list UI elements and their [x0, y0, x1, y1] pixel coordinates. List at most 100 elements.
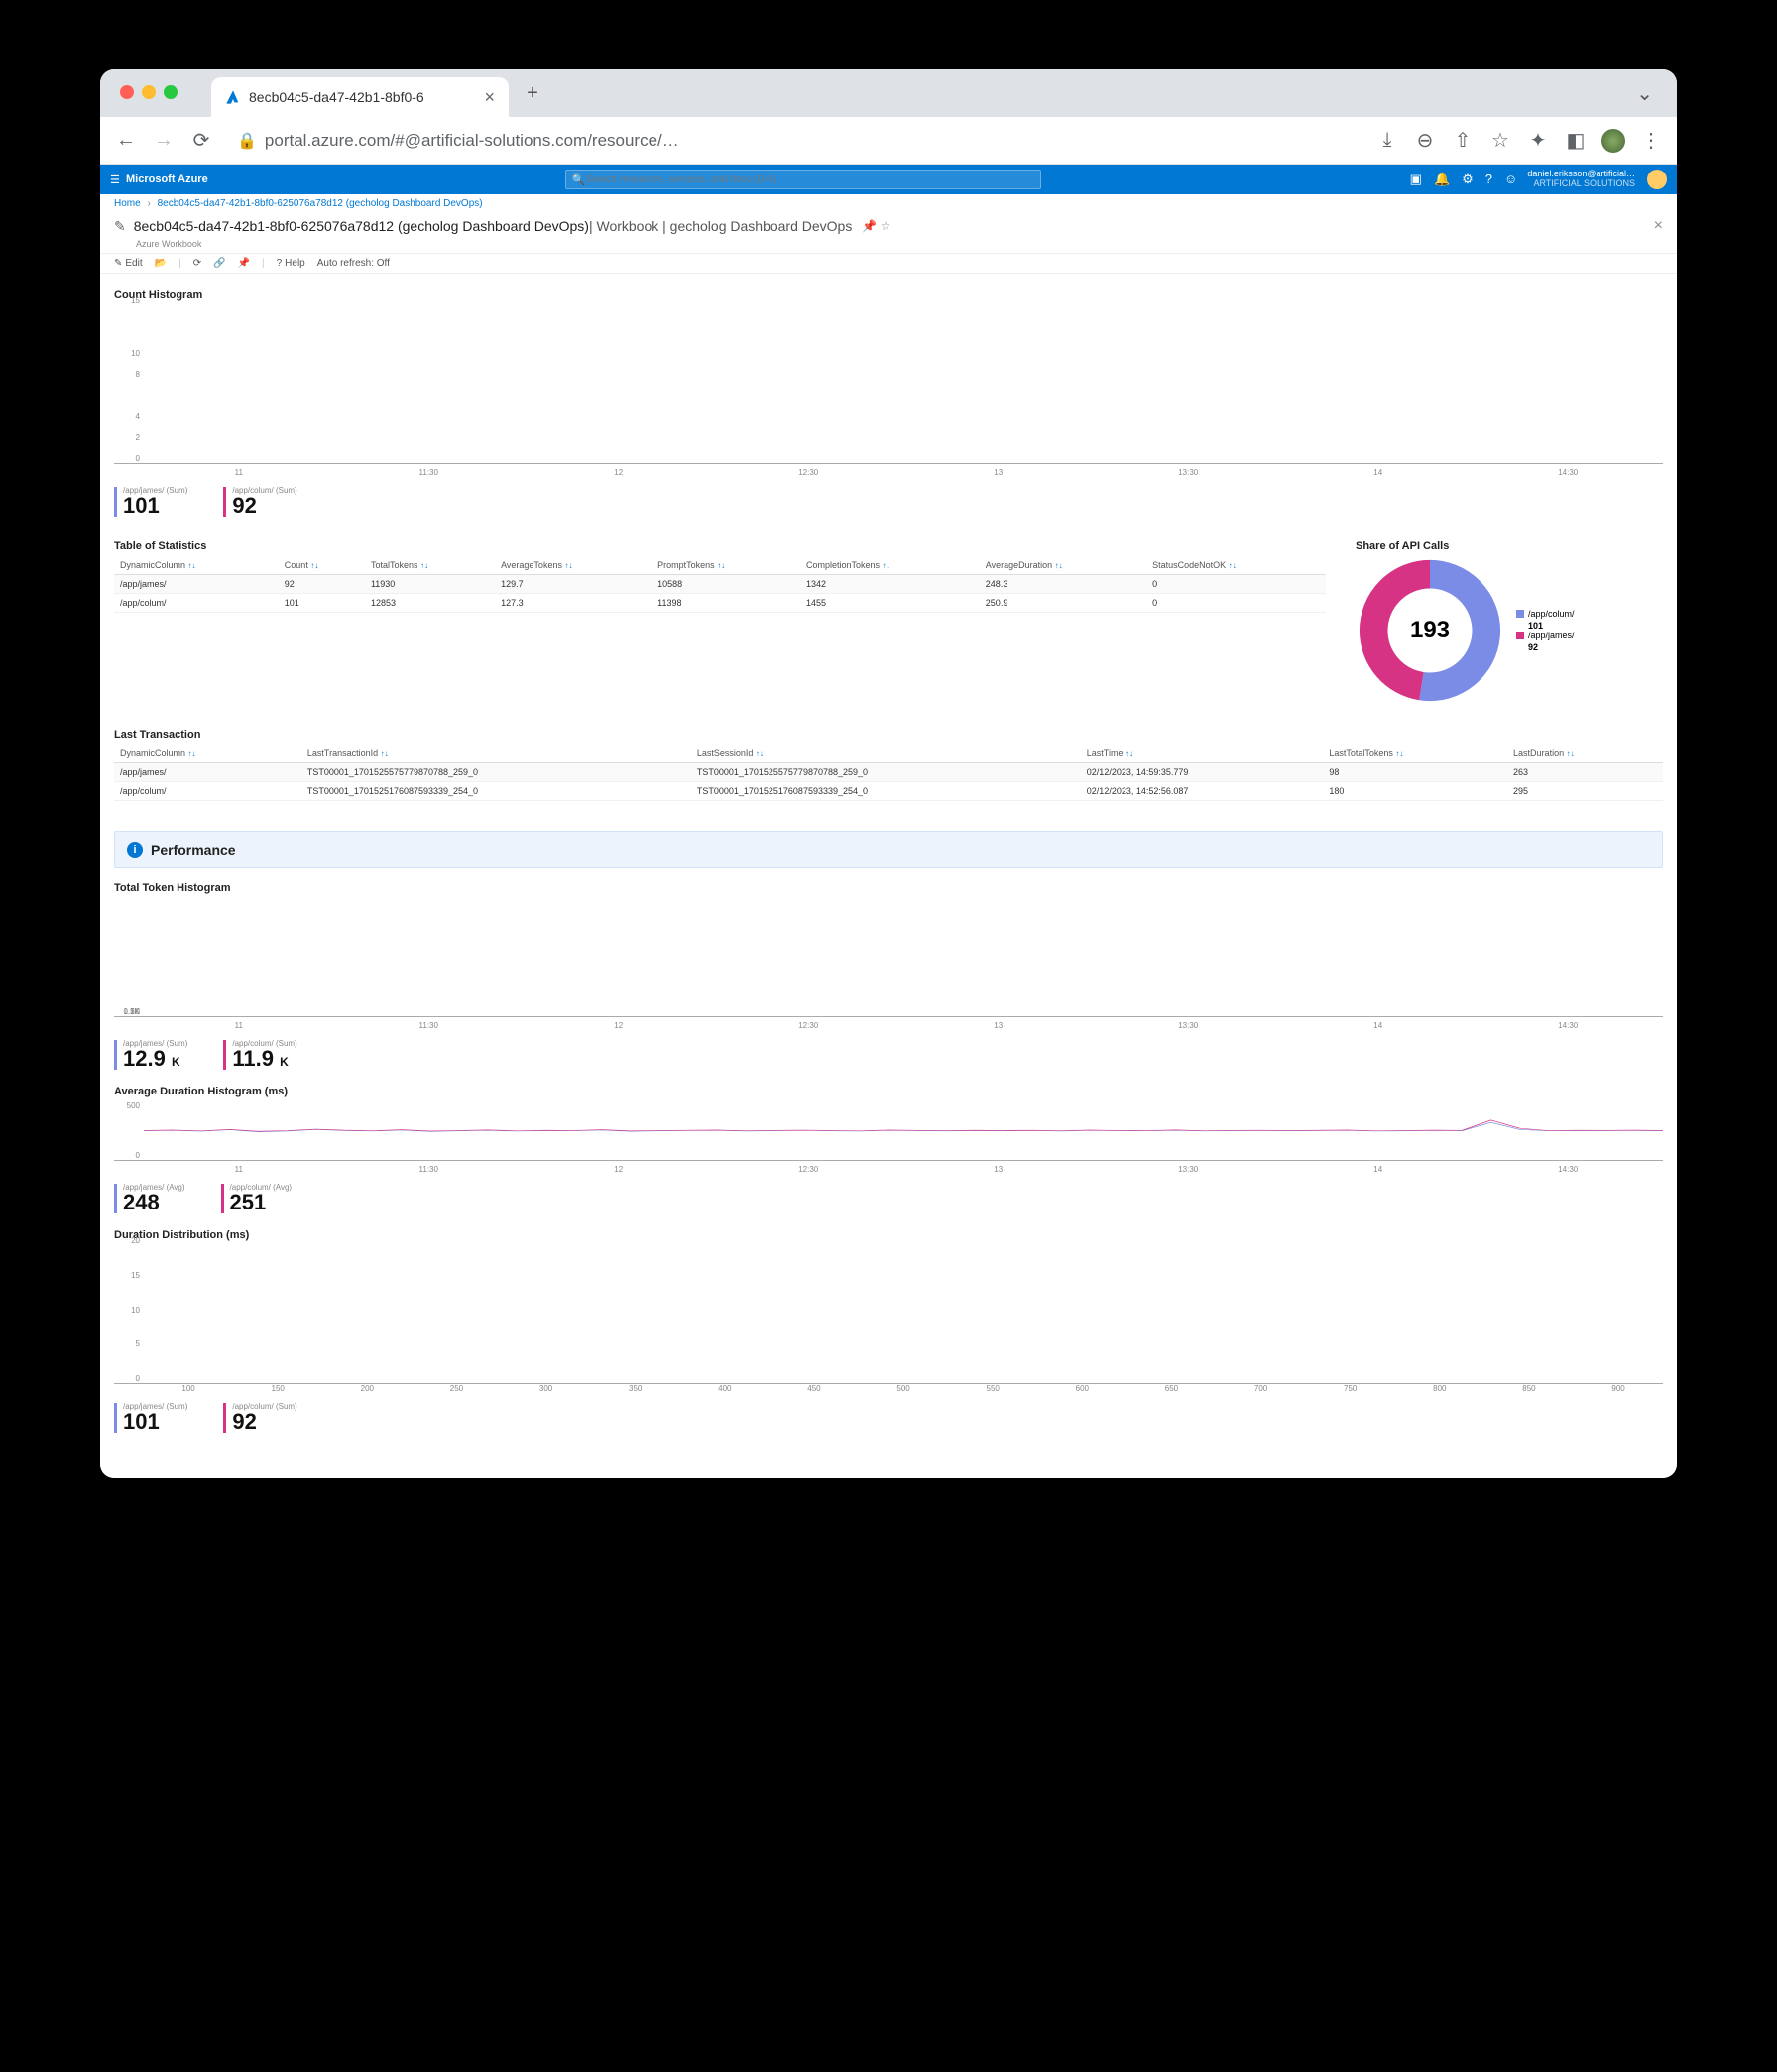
section-total-token: Total Token Histogram: [114, 882, 1663, 894]
table-header[interactable]: Count ↑↓: [279, 556, 365, 575]
breadcrumb-home[interactable]: Home: [114, 198, 141, 209]
metric-token-colum: /app/colum/ (Sum) 11.9 K: [223, 1040, 302, 1070]
last-transaction-table: DynamicColumn ↑↓LastTransactionId ↑↓Last…: [114, 745, 1663, 801]
table-header[interactable]: PromptTokens ↑↓: [652, 556, 800, 575]
performance-title: Performance: [151, 842, 236, 858]
table-header[interactable]: TotalTokens ↑↓: [365, 556, 495, 575]
hamburger-icon[interactable]: ☰: [110, 173, 120, 186]
metric-dur-james: /app/james/ (Avg) 248: [114, 1184, 191, 1213]
zoom-icon[interactable]: ⊖: [1413, 128, 1437, 153]
tab-title: 8ecb04c5-da47-42b1-8bf0-6: [249, 89, 424, 105]
stats-table: DynamicColumn ↑↓Count ↑↓TotalTokens ↑↓Av…: [114, 556, 1326, 613]
menu-icon[interactable]: ⋮: [1639, 128, 1663, 153]
browser-toolbar: ← → ⟳ 🔒 portal.azure.com/#@artificial-so…: [100, 117, 1677, 165]
table-header[interactable]: AverageDuration ↑↓: [980, 556, 1146, 575]
maximize-window-button[interactable]: [164, 85, 178, 99]
user-avatar-icon[interactable]: [1647, 170, 1667, 189]
feedback-icon[interactable]: ☺: [1504, 172, 1517, 187]
profile-avatar-icon[interactable]: [1601, 129, 1625, 153]
legend-item: /app/james/: [1516, 631, 1579, 640]
azure-favicon-icon: [225, 89, 241, 105]
edit-title-icon[interactable]: ✎: [114, 218, 126, 235]
token-histogram-chart: 00.5K1K1.5K2K: [114, 898, 1663, 1017]
resource-type: Azure Workbook: [100, 239, 1677, 253]
install-app-icon[interactable]: ⤓: [1375, 129, 1399, 152]
table-header[interactable]: AverageTokens ↑↓: [495, 556, 652, 575]
donut-legend: /app/colum/101/app/james/92: [1516, 609, 1579, 652]
section-table-stats: Table of Statistics: [114, 540, 1326, 552]
browser-tab-strip: 8ecb04c5-da47-42b1-8bf0-6 × + ⌄: [100, 69, 1677, 117]
share-donut-chart: 193: [1356, 556, 1504, 705]
duration-dist-chart: 05101520: [114, 1245, 1663, 1384]
section-avg-duration: Average Duration Histogram (ms): [114, 1086, 1663, 1097]
table-header[interactable]: StatusCodeNotOK ↑↓: [1146, 556, 1326, 575]
table-row[interactable]: /app/james/TST00001_1701525575779870788_…: [114, 763, 1663, 782]
table-row[interactable]: /app/james/9211930129.7105881342248.30: [114, 575, 1326, 594]
bookmark-icon[interactable]: ☆: [1488, 128, 1512, 153]
open-icon[interactable]: 📂: [155, 258, 167, 269]
breadcrumb: Home › 8ecb04c5-da47-42b1-8bf0-625076a78…: [100, 194, 1677, 213]
reload-button[interactable]: ⟳: [189, 128, 213, 153]
section-duration-dist: Duration Distribution (ms): [114, 1229, 1663, 1241]
page-title: 8ecb04c5-da47-42b1-8bf0-625076a78d12 (ge…: [134, 218, 589, 234]
help-button[interactable]: ? Help: [277, 258, 305, 269]
back-button[interactable]: ←: [114, 129, 138, 152]
count-histogram-chart: 02481015: [114, 305, 1663, 464]
extensions-icon[interactable]: ✦: [1526, 128, 1550, 153]
metric-token-james: /app/james/ (Sum) 12.9 K: [114, 1040, 193, 1070]
workbook-toolbar: ✎ Edit 📂 | ⟳ 🔗 📌 | ? Help Auto refresh: …: [100, 253, 1677, 274]
new-tab-button[interactable]: +: [519, 82, 546, 105]
metric-count-james: /app/james/ (Sum) 101: [114, 487, 193, 517]
table-header[interactable]: LastTransactionId ↑↓: [301, 745, 691, 763]
share-icon[interactable]: ⇧: [1451, 128, 1475, 153]
azure-brand[interactable]: Microsoft Azure: [126, 173, 208, 185]
section-last-tx: Last Transaction: [114, 729, 1663, 741]
refresh-icon[interactable]: ⟳: [193, 258, 201, 269]
azure-search[interactable]: 🔍: [565, 170, 1041, 189]
browser-tab[interactable]: 8ecb04c5-da47-42b1-8bf0-6 ×: [211, 77, 509, 117]
minimize-window-button[interactable]: [142, 85, 156, 99]
avg-duration-xticks: 1111:301212:301313:301414:30: [114, 1165, 1663, 1174]
forward-button[interactable]: →: [152, 129, 176, 152]
donut-total: 193: [1356, 556, 1504, 705]
reading-list-icon[interactable]: ◧: [1564, 128, 1588, 153]
table-header[interactable]: LastTime ↑↓: [1081, 745, 1324, 763]
user-org: ARTIFICIAL SOLUTIONS: [1527, 179, 1635, 189]
cloud-shell-icon[interactable]: ▣: [1410, 172, 1422, 187]
table-header[interactable]: LastSessionId ↑↓: [691, 745, 1081, 763]
metric-dist-colum: /app/colum/ (Sum) 92: [223, 1403, 302, 1433]
table-header[interactable]: DynamicColumn ↑↓: [114, 745, 301, 763]
token-histogram-xticks: 1111:301212:301313:301414:30: [114, 1021, 1663, 1030]
share-wb-icon[interactable]: 🔗: [213, 258, 225, 269]
settings-icon[interactable]: ⚙: [1462, 172, 1474, 187]
azure-user-info[interactable]: daniel.eriksson@artificial… ARTIFICIAL S…: [1527, 170, 1641, 189]
address-bar[interactable]: 🔒 portal.azure.com/#@artificial-solution…: [227, 131, 1362, 151]
table-header[interactable]: DynamicColumn ↑↓: [114, 556, 279, 575]
window-controls: [120, 85, 178, 99]
azure-search-input[interactable]: [585, 174, 1033, 185]
help-icon[interactable]: ?: [1485, 172, 1492, 187]
pin-wb-icon[interactable]: 📌: [238, 258, 250, 269]
metric-count-colum: /app/colum/ (Sum) 92: [223, 487, 302, 517]
notifications-icon[interactable]: 🔔: [1434, 172, 1450, 187]
table-row[interactable]: /app/colum/10112853127.3113981455250.90: [114, 594, 1326, 613]
auto-refresh-toggle[interactable]: Auto refresh: Off: [317, 258, 390, 269]
close-blade-icon[interactable]: ×: [1654, 217, 1663, 235]
edit-button[interactable]: ✎ Edit: [114, 258, 143, 269]
table-header[interactable]: LastDuration ↑↓: [1507, 745, 1663, 763]
table-header[interactable]: CompletionTokens ↑↓: [800, 556, 980, 575]
close-tab-icon[interactable]: ×: [484, 87, 495, 108]
table-row[interactable]: /app/colum/TST00001_1701525176087593339_…: [114, 782, 1663, 801]
pin-icon[interactable]: 📌 ☆: [862, 219, 890, 233]
metric-dist-james: /app/james/ (Sum) 101: [114, 1403, 193, 1433]
table-header[interactable]: LastTotalTokens ↑↓: [1323, 745, 1507, 763]
performance-banner: i Performance: [114, 831, 1663, 868]
lock-icon: 🔒: [237, 131, 257, 151]
section-share-api: Share of API Calls: [1356, 540, 1663, 552]
info-icon: i: [127, 842, 143, 858]
avg-duration-chart: 0 500: [114, 1101, 1663, 1161]
breadcrumb-current[interactable]: 8ecb04c5-da47-42b1-8bf0-625076a78d12 (ge…: [158, 198, 483, 209]
count-histogram-xticks: 1111:301212:301313:301414:30: [114, 468, 1663, 477]
tabs-dropdown-icon[interactable]: ⌄: [1636, 81, 1665, 106]
close-window-button[interactable]: [120, 85, 134, 99]
